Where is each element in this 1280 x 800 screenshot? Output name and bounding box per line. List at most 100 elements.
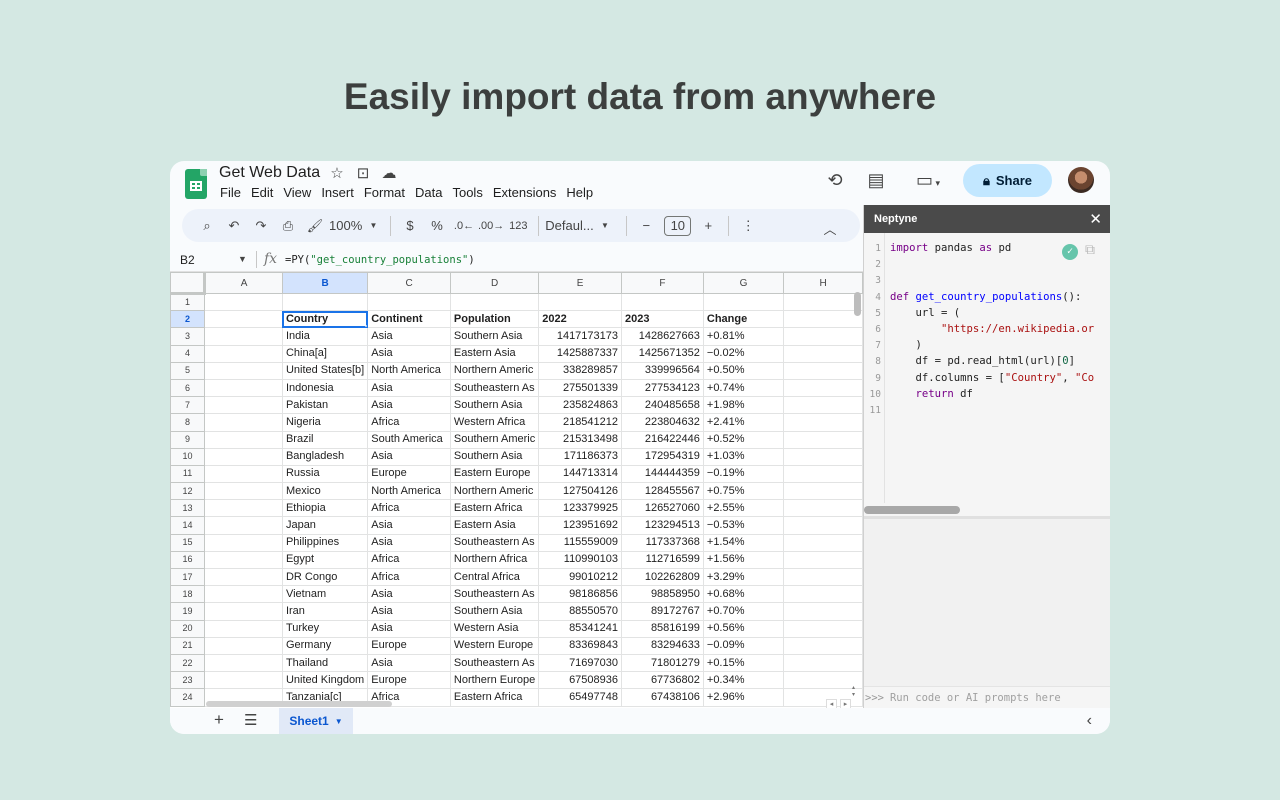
cell[interactable]: 235824863 bbox=[538, 396, 623, 415]
chevron-down-icon[interactable]: ▼ bbox=[238, 254, 247, 264]
cell[interactable]: −0.09% bbox=[702, 636, 785, 655]
row-header[interactable]: 5 bbox=[170, 361, 206, 380]
cell[interactable]: North America bbox=[367, 361, 451, 380]
cell[interactable]: Indonesia bbox=[281, 378, 369, 398]
cell[interactable]: Asia bbox=[367, 327, 451, 346]
cell[interactable]: −0.02% bbox=[702, 344, 785, 363]
share-button[interactable]: 🔒︎ Share bbox=[963, 164, 1052, 197]
move-folder-icon[interactable]: ⊡ bbox=[354, 164, 372, 182]
cell[interactable]: 1425887337 bbox=[538, 344, 623, 363]
code-editor[interactable]: ✓ ⧉ 1 import pandas as pd 2 3 4 def get_count… bbox=[864, 233, 1110, 508]
column-header-d[interactable]: D bbox=[449, 272, 540, 294]
cell[interactable]: Asia bbox=[367, 396, 451, 415]
cell[interactable]: South America bbox=[367, 430, 451, 449]
cell[interactable] bbox=[204, 430, 283, 449]
cell[interactable]: United Kingdom bbox=[281, 671, 369, 690]
cell[interactable] bbox=[783, 671, 863, 690]
cell[interactable]: +0.68% bbox=[702, 585, 785, 604]
cell[interactable]: 83369843 bbox=[538, 636, 623, 655]
sheets-logo-icon[interactable] bbox=[185, 169, 207, 199]
cell[interactable]: Northern Europe bbox=[449, 671, 540, 690]
cell[interactable] bbox=[783, 447, 863, 466]
cell[interactable]: Europe bbox=[367, 671, 451, 690]
cell[interactable]: Asia bbox=[367, 619, 451, 638]
fill-handle[interactable] bbox=[365, 325, 367, 327]
row-header[interactable]: 3 bbox=[170, 327, 206, 346]
cell[interactable]: Africa bbox=[367, 499, 451, 518]
cell[interactable]: Asia bbox=[367, 344, 451, 363]
cell[interactable]: Europe bbox=[367, 636, 451, 655]
font-size-input[interactable]: 10 bbox=[664, 215, 692, 236]
cell[interactable]: +1.56% bbox=[702, 550, 785, 570]
cell[interactable]: Asia bbox=[367, 447, 451, 466]
cell[interactable] bbox=[783, 378, 863, 398]
cell[interactable]: +0.34% bbox=[702, 671, 785, 690]
cell[interactable]: India bbox=[281, 327, 369, 346]
column-header-e[interactable]: E bbox=[538, 272, 623, 294]
cell[interactable] bbox=[204, 671, 283, 690]
column-header-a[interactable]: A bbox=[204, 272, 283, 294]
cell[interactable]: +0.74% bbox=[702, 378, 785, 398]
menu-item-extensions[interactable]: Extensions bbox=[488, 186, 562, 200]
cell[interactable]: 123294513 bbox=[621, 516, 704, 535]
cell[interactable]: 123379925 bbox=[538, 499, 623, 518]
row-header[interactable]: 7 bbox=[170, 396, 206, 415]
cell[interactable]: 123951692 bbox=[538, 516, 623, 535]
cell[interactable]: Southern Asia bbox=[449, 396, 540, 415]
menu-item-file[interactable]: File bbox=[220, 186, 246, 200]
cell[interactable]: 338289857 bbox=[538, 361, 623, 380]
cell[interactable]: Vietnam bbox=[281, 585, 369, 604]
cell[interactable] bbox=[204, 292, 283, 312]
cell[interactable]: Russia bbox=[281, 464, 369, 484]
cell[interactable]: Northern Americ bbox=[449, 361, 540, 380]
repl-input[interactable]: >>> Run code or AI prompts here bbox=[864, 686, 1110, 708]
cell[interactable]: 2022 bbox=[538, 310, 623, 329]
cell[interactable]: 218541212 bbox=[538, 413, 623, 432]
cell[interactable]: Africa bbox=[367, 567, 451, 587]
cell[interactable] bbox=[204, 447, 283, 466]
cell[interactable]: 102262809 bbox=[621, 567, 704, 587]
redo-icon[interactable]: ↷ bbox=[248, 214, 274, 238]
row-header[interactable]: 13 bbox=[170, 499, 206, 518]
cell[interactable]: Southeastern As bbox=[449, 585, 540, 604]
row-header[interactable]: 15 bbox=[170, 533, 206, 552]
avatar[interactable] bbox=[1068, 167, 1094, 193]
cell[interactable]: 99010212 bbox=[538, 567, 623, 587]
cell[interactable]: 88550570 bbox=[538, 602, 623, 621]
row-header[interactable]: 12 bbox=[170, 482, 206, 501]
cell[interactable] bbox=[204, 653, 283, 673]
cell[interactable]: Japan bbox=[281, 516, 369, 535]
cell[interactable] bbox=[783, 464, 863, 484]
cell[interactable]: Southern Asia bbox=[449, 327, 540, 346]
cell[interactable]: 171186373 bbox=[538, 447, 623, 466]
star-icon[interactable]: ☆ bbox=[328, 164, 346, 182]
horizontal-scrollbar[interactable] bbox=[206, 701, 392, 707]
cell[interactable]: Nigeria bbox=[281, 413, 369, 432]
cell[interactable] bbox=[204, 310, 283, 329]
cell[interactable]: 65497748 bbox=[538, 688, 623, 707]
cell[interactable]: 1428627663 bbox=[621, 327, 704, 346]
increase-decimal-button[interactable]: .00→ bbox=[478, 214, 504, 238]
menu-item-view[interactable]: View bbox=[278, 186, 316, 200]
vertical-scrollbar[interactable] bbox=[854, 292, 861, 316]
cell[interactable]: −0.19% bbox=[702, 464, 785, 484]
cell[interactable]: Eastern Africa bbox=[449, 499, 540, 518]
cell[interactable]: 67438106 bbox=[621, 688, 704, 707]
column-header-b[interactable]: B bbox=[281, 272, 369, 294]
cell[interactable] bbox=[204, 482, 283, 501]
cell[interactable]: Africa bbox=[367, 550, 451, 570]
vertical-scroll-arrows[interactable]: ▴ ▾ bbox=[852, 685, 855, 699]
menu-item-format[interactable]: Format bbox=[359, 186, 410, 200]
cell[interactable]: +0.52% bbox=[702, 430, 785, 449]
cell[interactable]: Southern Americ bbox=[449, 430, 540, 449]
cell[interactable]: Ethiopia bbox=[281, 499, 369, 518]
cell[interactable] bbox=[783, 619, 863, 638]
row-header[interactable]: 18 bbox=[170, 585, 206, 604]
cell[interactable] bbox=[783, 567, 863, 587]
cell[interactable]: Northern Africa bbox=[449, 550, 540, 570]
row-header[interactable]: 8 bbox=[170, 413, 206, 432]
zoom-select[interactable]: 100% ▼ bbox=[329, 214, 383, 238]
column-header-f[interactable]: F bbox=[621, 272, 704, 294]
cell[interactable]: 240485658 bbox=[621, 396, 704, 415]
font-select[interactable]: Defaul... ▼ bbox=[545, 214, 619, 238]
